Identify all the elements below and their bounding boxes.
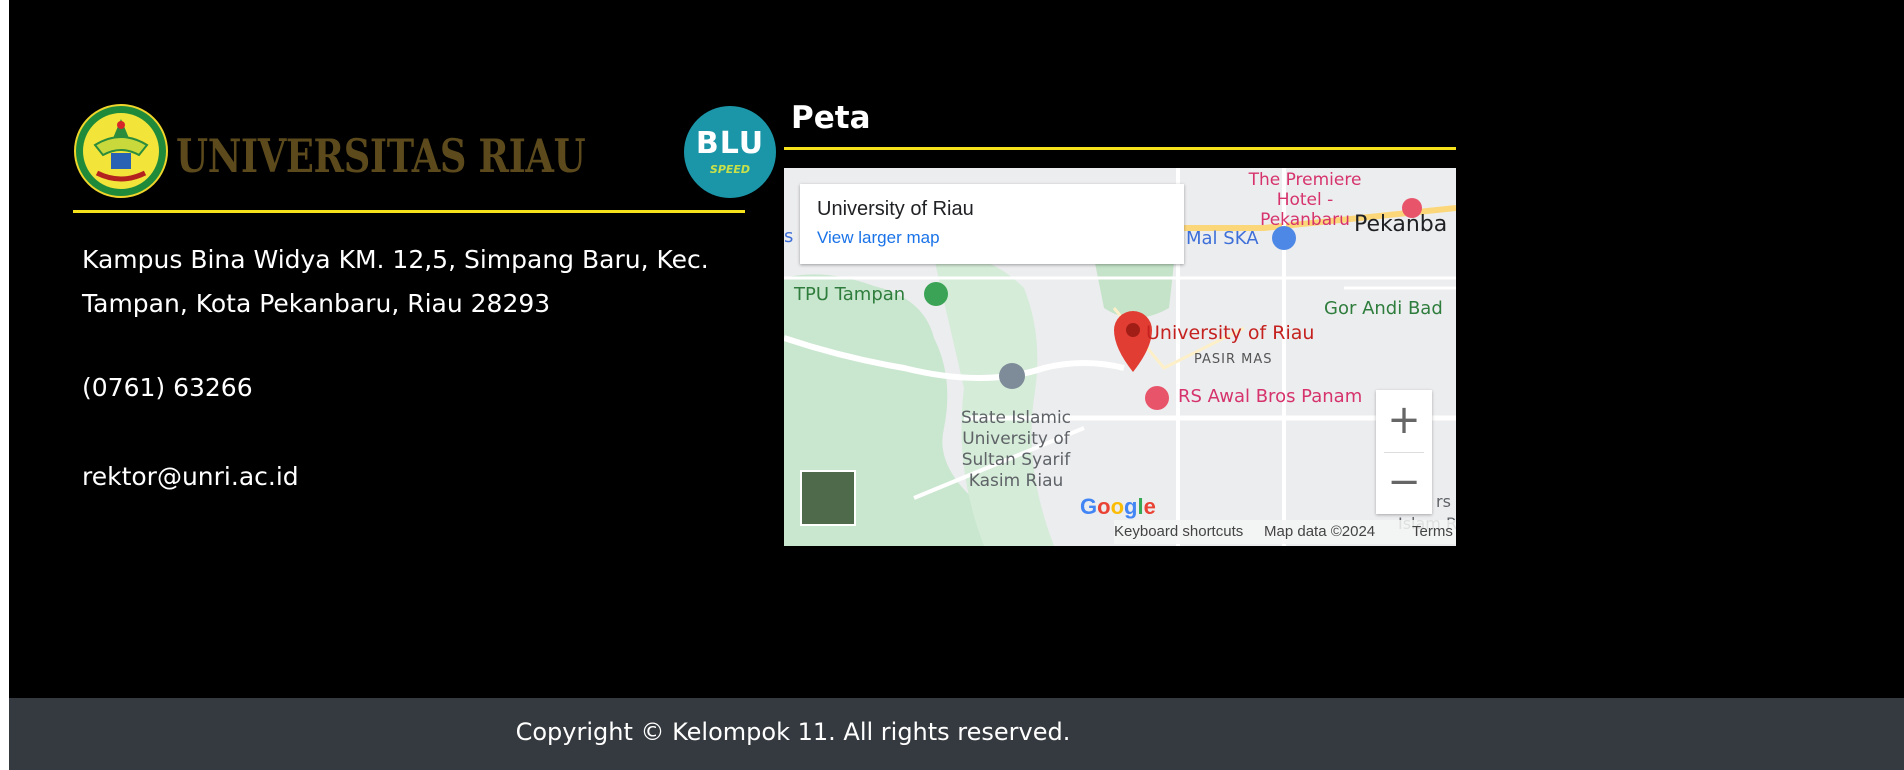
map-label-edge-rs: rs: [1436, 492, 1451, 511]
blu-logo-icon: BLU SPEED: [684, 106, 776, 198]
map-section-title: Peta: [791, 100, 871, 136]
map-label-mall: Mal SKA: [1186, 228, 1259, 249]
map-label-city: Pekanba: [1354, 212, 1448, 237]
map-info-title: University of Riau: [817, 198, 974, 220]
map-label-university: University of Riau: [1146, 322, 1315, 344]
divider-right: [784, 147, 1456, 150]
blu-logo-text: BLU: [695, 126, 765, 161]
email-text: rektor@unri.ac.id: [82, 462, 299, 491]
zoom-in-button[interactable]: +: [1376, 390, 1432, 452]
footer-page: UNIVERSITAS RIAU BLU SPEED Kampus Bina W…: [9, 0, 1904, 770]
phone-text: (0761) 63266: [82, 373, 253, 402]
brand-header: UNIVERSITAS RIAU BLU SPEED: [73, 103, 776, 201]
hospital-marker-icon: [1145, 386, 1169, 410]
map-label-pasir-mas: PASIR MAS: [1194, 352, 1273, 367]
copyright-text: Copyright © Kelompok 11. All rights rese…: [515, 718, 1071, 746]
view-larger-map-link[interactable]: View larger map: [817, 228, 940, 248]
map-label-uin: State Islamic University of Sultan Syari…: [960, 408, 1072, 491]
google-logo: Google: [1080, 494, 1156, 519]
satellite-toggle-button[interactable]: [800, 470, 856, 526]
zoom-out-button[interactable]: −: [1376, 452, 1432, 514]
park-marker-icon: [924, 282, 948, 306]
embedded-map[interactable]: The Premiere Hotel - Pekanbaru Mal SKA P…: [784, 168, 1456, 546]
map-label-gor: Gor Andi Bad: [1324, 298, 1443, 319]
blu-logo-subtext: SPEED: [709, 163, 751, 176]
map-label-hospital: RS Awal Bros Panam: [1178, 386, 1363, 407]
footer-main: UNIVERSITAS RIAU BLU SPEED Kampus Bina W…: [9, 0, 1904, 698]
map-data-text: Map data ©2024: [1264, 523, 1376, 540]
terms-link[interactable]: Terms: [1412, 523, 1453, 540]
divider-left: [73, 210, 745, 213]
keyboard-shortcuts-link[interactable]: Keyboard shortcuts: [1114, 523, 1243, 540]
address-text: Kampus Bina Widya KM. 12,5, Simpang Baru…: [82, 245, 709, 318]
zoom-controls: + −: [1376, 390, 1432, 514]
map-attribution: Keyboard shortcuts Map data ©2024 Terms: [1114, 520, 1456, 544]
school-marker-icon: [999, 363, 1025, 389]
copyright-bar: Copyright © Kelompok 11. All rights rese…: [9, 698, 1904, 770]
map-label-tpu: TPU Tampan: [794, 284, 906, 305]
unri-logo-icon: [74, 104, 168, 198]
university-name: UNIVERSITAS RIAU: [176, 129, 586, 183]
map-info-card: University of Riau View larger map: [800, 184, 1184, 264]
